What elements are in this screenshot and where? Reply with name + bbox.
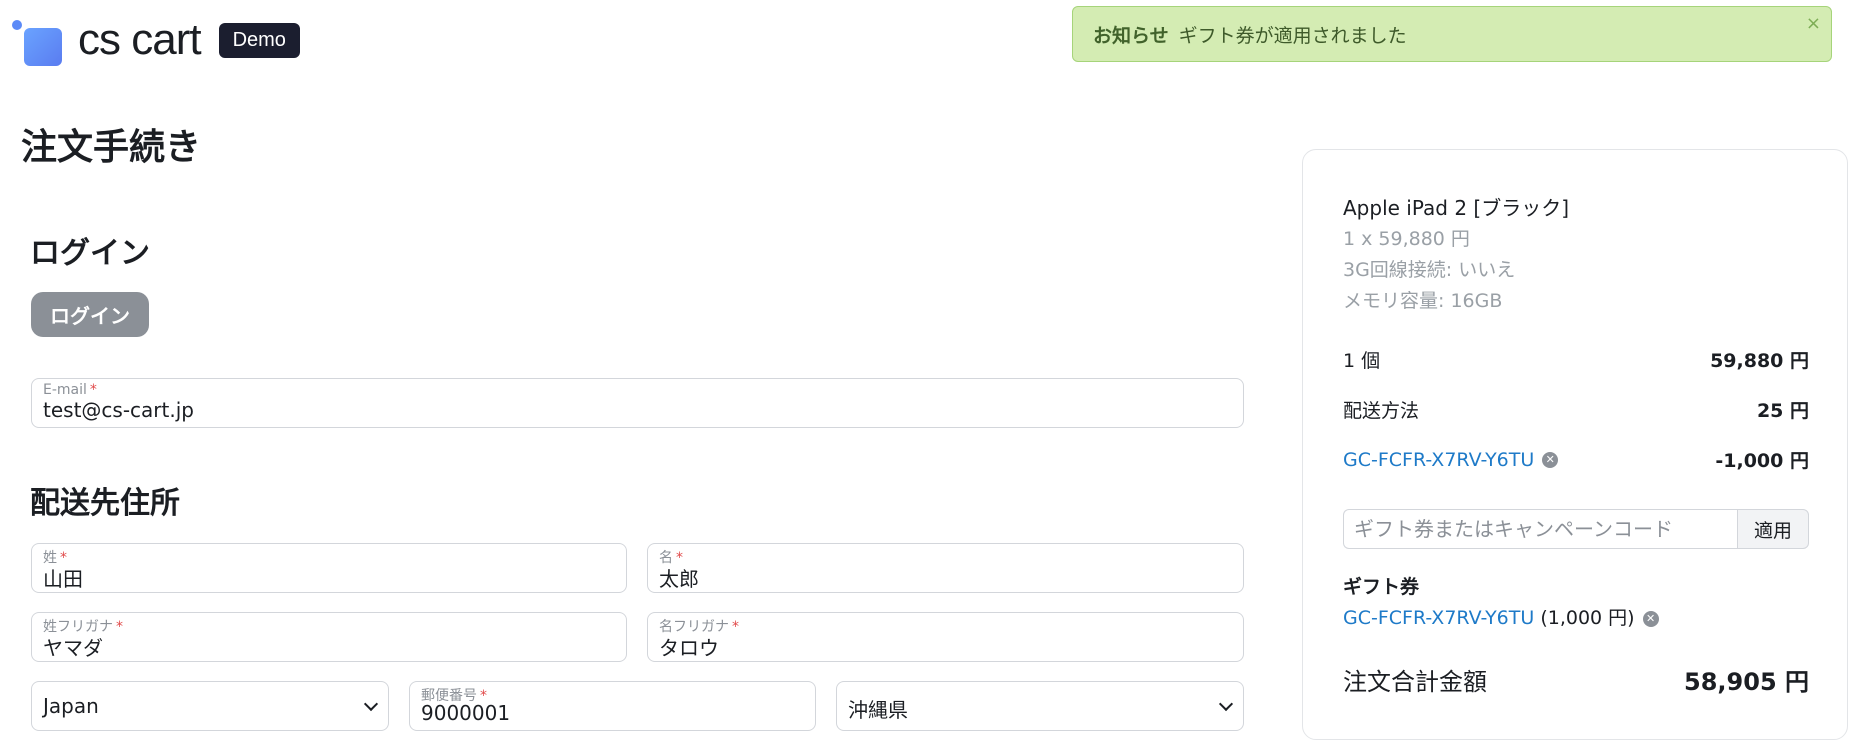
chevron-down-icon: [363, 696, 379, 712]
email-field[interactable]: E-mail * test@cs-cart.jp: [31, 378, 1244, 428]
remove-icon[interactable]: ✕: [1642, 610, 1659, 627]
last-name-field[interactable]: 姓 * 山田: [31, 543, 627, 593]
logo-square: [24, 28, 62, 66]
items-label: 1 個: [1343, 350, 1381, 372]
demo-badge: Demo: [218, 22, 300, 58]
login-button[interactable]: ログイン: [31, 292, 149, 337]
apply-button[interactable]: 適用: [1737, 509, 1809, 549]
gift-amount: (1,000 円): [1540, 607, 1635, 629]
order-summary: Apple iPad 2 [ブラック] 1 x 59,880 円 3G回線接続:…: [1302, 149, 1848, 740]
first-name-value: 太郎: [659, 567, 699, 591]
prefecture-select[interactable]: 沖縄県: [836, 681, 1244, 731]
product-option-3g: 3G回線接続: いいえ: [1343, 259, 1516, 281]
discount-code-wrap: GC-FCFR-X7RV-Y6TU ✕: [1343, 449, 1559, 471]
discount-code-link[interactable]: GC-FCFR-X7RV-Y6TU: [1343, 449, 1534, 471]
shipping-row: 配送方法 25 円: [1343, 396, 1809, 423]
close-icon[interactable]: ×: [1806, 13, 1821, 34]
page-title: 注文手続き: [21, 127, 202, 168]
remove-icon[interactable]: ✕: [1542, 452, 1559, 468]
country-value: Japan: [43, 694, 99, 718]
product-qty-price: 1 x 59,880 円: [1343, 228, 1470, 250]
shipping-value: 25 円: [1756, 400, 1809, 422]
total-row: 注文合計金額 58,905 円: [1343, 662, 1809, 697]
shipping-label: 配送方法: [1343, 400, 1420, 422]
discount-row: GC-FCFR-X7RV-Y6TU ✕ -1,000 円: [1343, 446, 1809, 473]
items-value: 59,880 円: [1710, 350, 1809, 372]
first-kana-value: タロウ: [659, 636, 719, 660]
gift-line: GC-FCFR-X7RV-Y6TU (1,000 円) ✕: [1343, 603, 1659, 630]
last-name-value: 山田: [43, 567, 83, 591]
last-kana-value: ヤマダ: [43, 636, 103, 660]
total-value: 58,905 円: [1684, 668, 1809, 696]
email-value: test@cs-cart.jp: [43, 398, 194, 422]
brand-name: cs cart: [78, 15, 202, 64]
login-section-title: ログイン: [30, 236, 150, 271]
notice-title: お知らせ: [1093, 24, 1169, 47]
items-row: 1 個 59,880 円: [1343, 346, 1809, 373]
chevron-down-icon: [1218, 696, 1234, 712]
shipping-section-title: 配送先住所: [30, 486, 180, 521]
prefecture-value: 沖縄県: [848, 698, 908, 722]
first-kana-field[interactable]: 名フリガナ * タロウ: [647, 612, 1244, 662]
gift-code-link[interactable]: GC-FCFR-X7RV-Y6TU: [1343, 607, 1534, 629]
notice-message: ギフト券が適用されました: [1178, 24, 1407, 47]
logo[interactable]: cs cart Demo: [12, 15, 300, 66]
total-label: 注文合計金額: [1343, 668, 1487, 696]
first-name-field[interactable]: 名 * 太郎: [647, 543, 1244, 593]
product-option-memory: メモリ容量: 16GB: [1343, 290, 1503, 312]
logo-mark-icon: [12, 20, 62, 66]
logo-dot: [12, 20, 22, 30]
zip-value: 9000001: [421, 701, 511, 725]
email-label: E-mail *: [43, 382, 97, 398]
country-select[interactable]: Japan: [31, 681, 389, 731]
notification-banner: お知らせ ギフト券が適用されました ×: [1072, 6, 1832, 62]
gift-title: ギフト券: [1343, 576, 1420, 598]
discount-value: -1,000 円: [1715, 450, 1809, 472]
zip-field[interactable]: 郵便番号 * 9000001: [409, 681, 816, 731]
gift-code-input[interactable]: [1343, 509, 1737, 549]
last-kana-field[interactable]: 姓フリガナ * ヤマダ: [31, 612, 627, 662]
product-name[interactable]: Apple iPad 2 [ブラック]: [1343, 192, 1569, 221]
